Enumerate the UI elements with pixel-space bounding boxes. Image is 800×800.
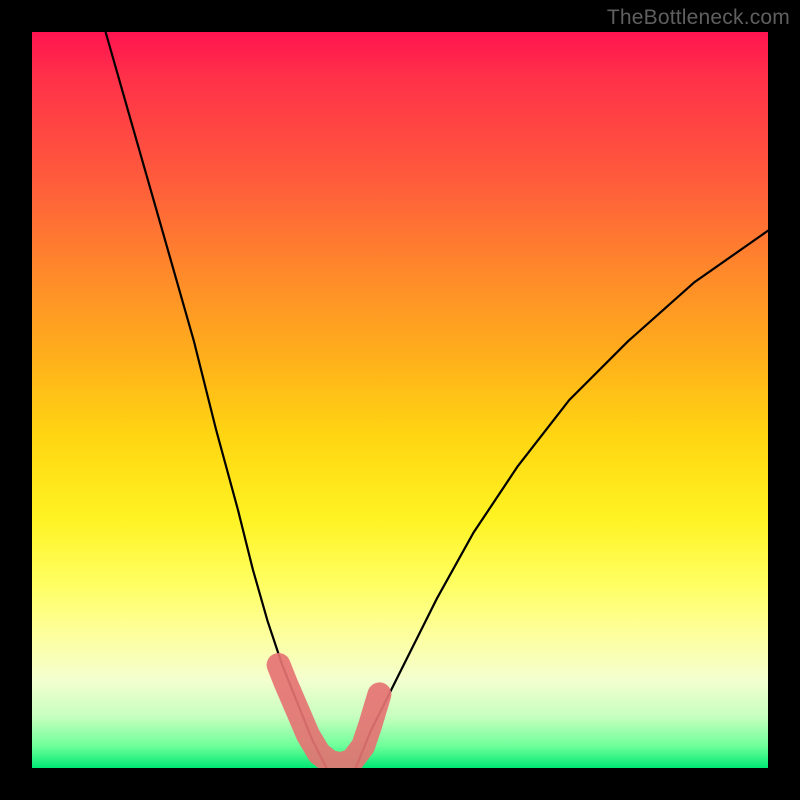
outer-frame: TheBottleneck.com bbox=[0, 0, 800, 800]
curve-right-branch bbox=[356, 231, 768, 768]
plot-area bbox=[32, 32, 768, 768]
curves-layer bbox=[32, 32, 768, 768]
valley-marker bbox=[279, 665, 380, 764]
watermark-text: TheBottleneck.com bbox=[607, 6, 790, 30]
curve-left-branch bbox=[106, 32, 327, 768]
